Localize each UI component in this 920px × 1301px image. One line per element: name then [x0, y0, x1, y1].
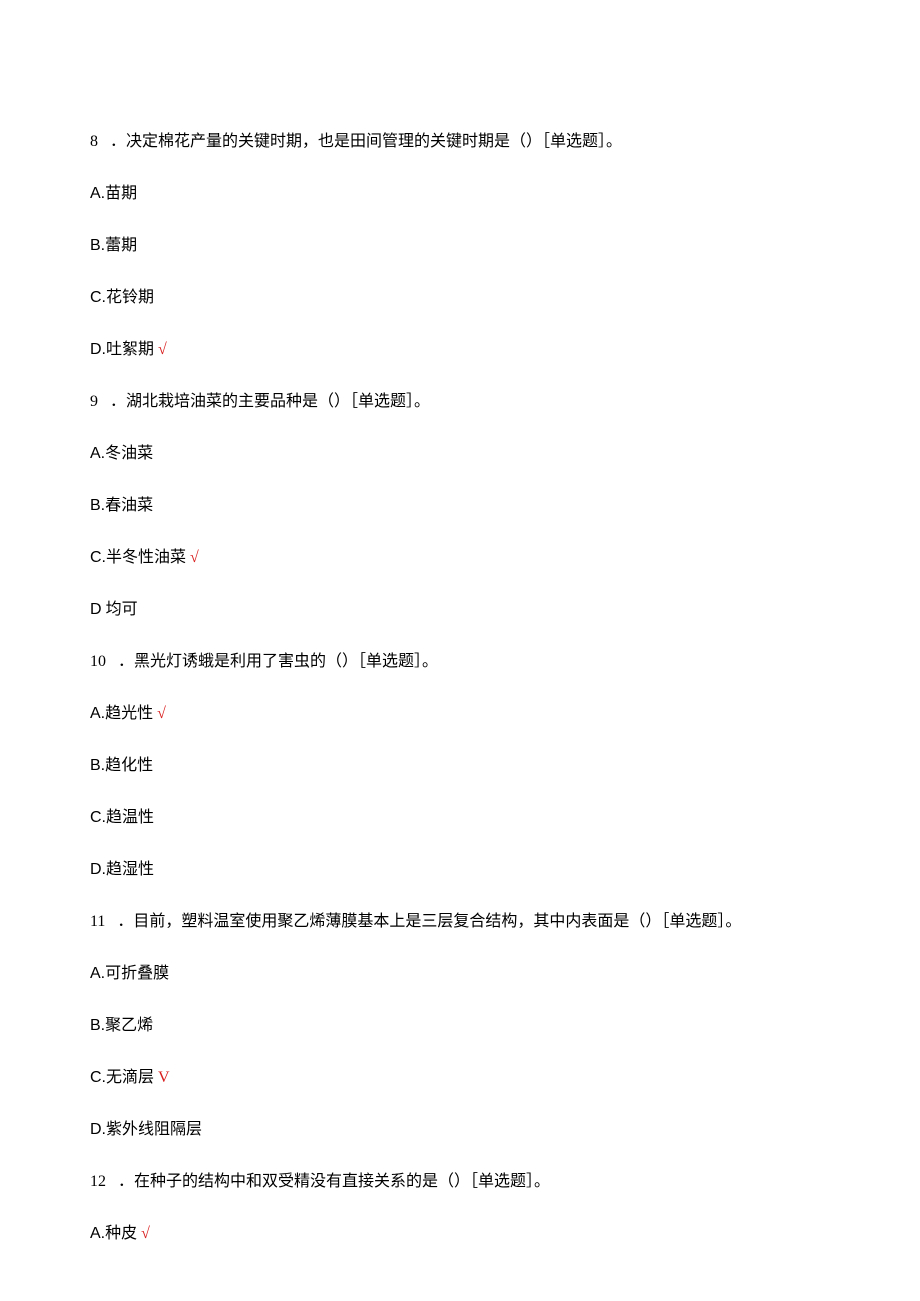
option-text: 可折叠膜: [105, 965, 169, 982]
option-label: A.: [90, 965, 105, 982]
option-label: D.: [90, 1121, 106, 1138]
option-text: 吐絮期: [106, 341, 154, 358]
option-text: 聚乙烯: [105, 1017, 153, 1034]
option-a: A.种皮√: [90, 1222, 830, 1246]
question-text: ．决定棉花产量的关键时期，也是田间管理的关键时期是（）［单选题］。: [110, 133, 622, 150]
question-number: 11: [90, 913, 105, 930]
option-text: 趋化性: [105, 757, 153, 774]
option-a: A.趋光性√: [90, 702, 830, 726]
option-d: D 均可: [90, 598, 830, 622]
question-text: ．黑光灯诱蛾是利用了害虫的（）［单选题］。: [118, 653, 438, 670]
option-c: C.无滴层V: [90, 1066, 830, 1090]
question-12: 12 ．在种子的结构中和双受精没有直接关系的是（）［单选题］。: [90, 1170, 830, 1194]
question-11: 11 ．目前，塑料温室使用聚乙烯薄膜基本上是三层复合结构，其中内表面是（）［单选…: [90, 910, 830, 934]
option-label: B.: [90, 1017, 105, 1034]
option-d: D.吐絮期√: [90, 338, 830, 362]
question-number: 9: [90, 393, 98, 410]
question-10: 10 ．黑光灯诱蛾是利用了害虫的（）［单选题］。: [90, 650, 830, 674]
correct-mark-icon: √: [141, 1225, 150, 1242]
option-c: C.半冬性油菜√: [90, 546, 830, 570]
option-text: 蕾期: [105, 237, 137, 254]
option-label: D.: [90, 861, 106, 878]
option-label: C.: [90, 809, 106, 826]
question-number: 8: [90, 133, 98, 150]
question-text: ．目前，塑料温室使用聚乙烯薄膜基本上是三层复合结构，其中内表面是（）［单选题］。: [117, 913, 741, 930]
option-a: A.可折叠膜: [90, 962, 830, 986]
spacer: [98, 133, 110, 150]
option-text: 冬油菜: [105, 445, 153, 462]
correct-mark-icon: √: [157, 705, 166, 722]
question-8: 8 ．决定棉花产量的关键时期，也是田间管理的关键时期是（）［单选题］。: [90, 130, 830, 154]
option-text: 紫外线阻隔层: [106, 1121, 202, 1138]
option-text: 趋湿性: [106, 861, 154, 878]
option-label: C.: [90, 549, 106, 566]
spacer: [98, 393, 110, 410]
option-label: A.: [90, 445, 105, 462]
option-label: B.: [90, 237, 105, 254]
question-number: 10: [90, 653, 106, 670]
option-a: A.苗期: [90, 182, 830, 206]
option-b: B.聚乙烯: [90, 1014, 830, 1038]
option-text: 无滴层: [106, 1069, 154, 1086]
option-label: A.: [90, 705, 105, 722]
spacer: [106, 1173, 118, 1190]
question-number: 12: [90, 1173, 106, 1190]
option-a: A.冬油菜: [90, 442, 830, 466]
option-label: B.: [90, 497, 105, 514]
option-text: 半冬性油菜: [106, 549, 186, 566]
option-label: D: [90, 601, 102, 618]
question-9: 9 ．湖北栽培油菜的主要品种是（）［单选题］。: [90, 390, 830, 414]
option-label: C.: [90, 289, 106, 306]
option-text: 均可: [102, 601, 138, 618]
option-b: B.蕾期: [90, 234, 830, 258]
question-text: ．在种子的结构中和双受精没有直接关系的是（）［单选题］。: [118, 1173, 550, 1190]
option-text: 苗期: [105, 185, 137, 202]
option-text: 趋光性: [105, 705, 153, 722]
option-text: 趋温性: [106, 809, 154, 826]
option-d: D.趋湿性: [90, 858, 830, 882]
option-text: 种皮: [105, 1225, 137, 1242]
option-c: C.趋温性: [90, 806, 830, 830]
option-d: D.紫外线阻隔层: [90, 1118, 830, 1142]
option-text: 花铃期: [106, 289, 154, 306]
option-label: A.: [90, 185, 105, 202]
option-label: C.: [90, 1069, 106, 1086]
option-b: B.趋化性: [90, 754, 830, 778]
spacer: [106, 653, 118, 670]
option-text: 春油菜: [105, 497, 153, 514]
question-text: ．湖北栽培油菜的主要品种是（）［单选题］。: [110, 393, 430, 410]
correct-mark-icon: V: [158, 1069, 170, 1086]
spacer: [105, 913, 117, 930]
option-b: B.春油菜: [90, 494, 830, 518]
option-label: D.: [90, 341, 106, 358]
correct-mark-icon: √: [190, 549, 199, 566]
correct-mark-icon: √: [158, 341, 167, 358]
option-c: C.花铃期: [90, 286, 830, 310]
option-label: A.: [90, 1225, 105, 1242]
option-label: B.: [90, 757, 105, 774]
